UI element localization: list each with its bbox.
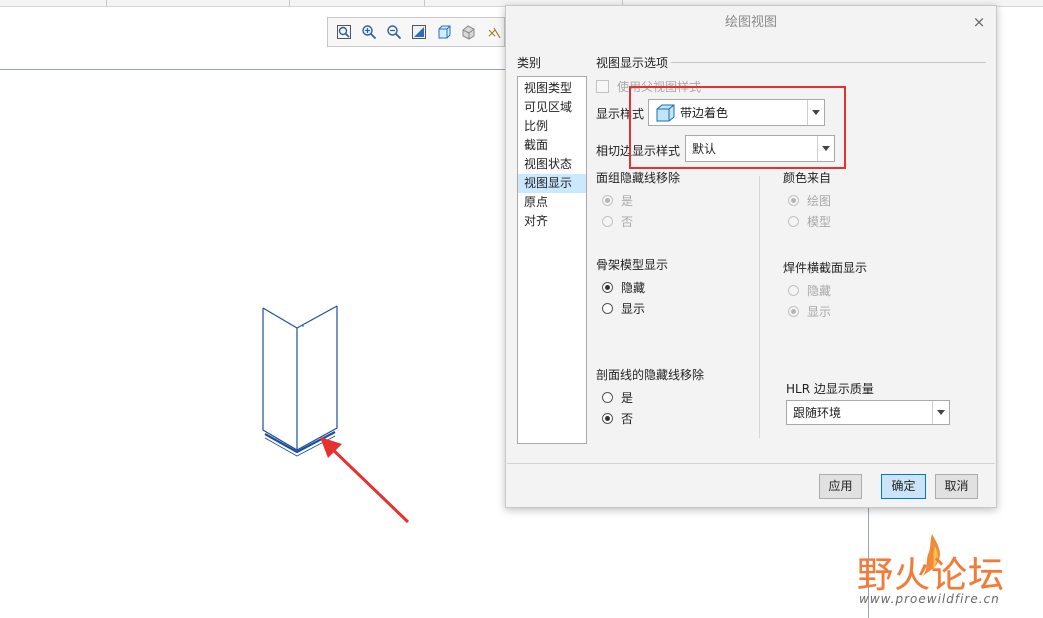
strip-separator <box>106 0 107 6</box>
face-group-yes-label: 是 <box>621 194 634 208</box>
category-list: 视图类型 可见区域 比例 截面 视图状态 视图显示 原点 对齐 <box>517 76 587 444</box>
category-item-visible-area[interactable]: 可见区域 <box>518 98 586 117</box>
watermark-logo: 野火论坛 www.proewildfire.cn <box>857 532 1037 612</box>
display-style-icon[interactable] <box>458 21 479 43</box>
zoom-window-icon[interactable] <box>333 21 354 43</box>
hatch-yes-label: 是 <box>621 391 634 405</box>
column-divider <box>759 176 760 438</box>
zoom-out-icon[interactable] <box>383 21 404 43</box>
zoom-in-icon[interactable] <box>358 21 379 43</box>
repaint-icon[interactable] <box>408 21 429 43</box>
view-cube-icon[interactable] <box>433 21 454 43</box>
face-group-yes-radio[interactable]: 是 <box>602 192 633 209</box>
skeleton-show-label: 显示 <box>621 302 646 316</box>
face-group-no-radio[interactable]: 否 <box>602 213 633 230</box>
category-item-view-state[interactable]: 视图状态 <box>518 155 586 174</box>
close-icon[interactable]: × <box>972 15 986 30</box>
weld-hide-radio[interactable]: 隐藏 <box>788 282 831 299</box>
weld-section-label: 焊件横截面显示 <box>783 261 868 275</box>
category-item-view-display[interactable]: 视图显示 <box>518 174 586 193</box>
checkbox-box[interactable] <box>596 80 609 93</box>
color-from-model-label: 模型 <box>807 215 832 229</box>
dialog-title: 绘图视图 <box>724 15 777 30</box>
sheet-border-top <box>0 69 505 70</box>
category-item-origin[interactable]: 原点 <box>518 193 586 212</box>
hlr-quality-label: HLR 边显示质量 <box>786 382 874 396</box>
apply-button[interactable]: 应用 <box>819 474 862 499</box>
hlr-quality-select[interactable]: 跟随环境 <box>786 400 950 425</box>
hlr-quality-value: 跟随环境 <box>793 406 842 420</box>
cancel-button[interactable]: 取消 <box>935 474 978 499</box>
weld-hide-label: 隐藏 <box>807 284 832 298</box>
chevron-down-icon[interactable] <box>932 401 949 424</box>
hatch-no-label: 否 <box>621 412 634 426</box>
color-from-drawing-label: 绘图 <box>807 194 832 208</box>
face-group-no-label: 否 <box>621 215 634 229</box>
category-item-alignment[interactable]: 对齐 <box>518 212 586 231</box>
highlight-box <box>629 86 846 169</box>
strip-separator <box>289 0 290 6</box>
skeleton-show-radio[interactable]: 显示 <box>602 300 645 317</box>
category-label: 类别 <box>517 56 542 70</box>
footer-divider <box>507 463 995 464</box>
section-divider <box>671 62 986 63</box>
watermark-url: www.proewildfire.cn <box>859 592 1000 606</box>
color-from-drawing-radio[interactable]: 绘图 <box>788 192 831 209</box>
category-item-section[interactable]: 截面 <box>518 136 586 155</box>
skeleton-label: 骨架模型显示 <box>596 258 669 272</box>
section-title: 视图显示选项 <box>596 56 669 70</box>
category-item-view-type[interactable]: 视图类型 <box>518 79 586 98</box>
svg-text:×: × <box>487 26 497 40</box>
category-item-scale[interactable]: 比例 <box>518 117 586 136</box>
skeleton-hide-radio[interactable]: 隐藏 <box>602 279 645 296</box>
annotation-arrow <box>320 437 410 524</box>
graphics-toolbar: × <box>327 17 505 47</box>
drawing-view-dialog: 绘图视图 × 类别 视图类型 可见区域 比例 截面 视图状态 视图显示 原点 对… <box>505 5 997 508</box>
color-from-model-radio[interactable]: 模型 <box>788 213 831 230</box>
datum-display-icon[interactable]: × <box>483 21 504 43</box>
hatch-no-radio[interactable]: 否 <box>602 410 633 427</box>
strip-separator <box>424 0 425 6</box>
hatch-hidden-line-label: 剖面线的隐藏线移除 <box>596 368 705 382</box>
color-from-label: 颜色来自 <box>783 171 832 185</box>
weld-show-radio[interactable]: 显示 <box>788 303 831 320</box>
watermark-name: 野火论坛 <box>857 555 1006 596</box>
skeleton-hide-label: 隐藏 <box>621 281 646 295</box>
face-group-label: 面组隐藏线移除 <box>596 171 681 185</box>
hatch-yes-radio[interactable]: 是 <box>602 389 633 406</box>
weld-show-label: 显示 <box>807 305 832 319</box>
ok-button[interactable]: 确定 <box>881 474 926 499</box>
